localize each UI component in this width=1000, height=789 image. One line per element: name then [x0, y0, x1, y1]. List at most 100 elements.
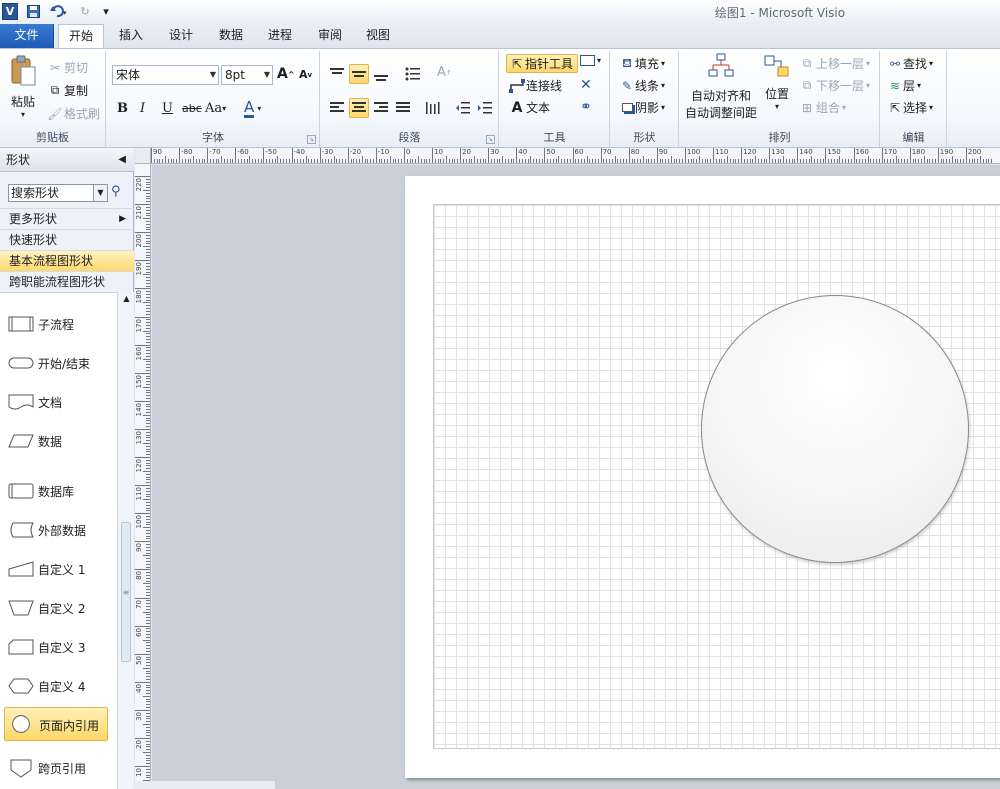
align-right-icon[interactable]	[373, 99, 391, 117]
ruler-tick	[254, 159, 256, 163]
underline-button[interactable]: U	[162, 101, 173, 116]
tab-insert[interactable]: 插入	[110, 24, 152, 48]
shape-subprocess[interactable]: 子流程	[0, 306, 117, 342]
font-color-button[interactable]: A ▾	[244, 99, 261, 118]
ruler-tick	[628, 148, 630, 163]
format-painter-button[interactable]: 🖌 格式刷	[46, 105, 100, 122]
ruler-tick	[146, 434, 150, 436]
distribute-icon[interactable]	[425, 99, 443, 117]
tab-data[interactable]: 数据	[210, 24, 252, 48]
fill-button[interactable]: ⛾ 填充 ▾	[619, 55, 665, 72]
copy-button[interactable]: ⧉ 复制	[46, 82, 88, 99]
rectangle-tool-button[interactable]: ▾	[580, 55, 601, 66]
tab-file[interactable]: 文件	[0, 24, 54, 48]
shape-custom-2[interactable]: 自定义 2	[0, 590, 117, 626]
ruler-tick	[772, 159, 773, 163]
strikethrough-button[interactable]: abc	[182, 102, 202, 115]
tab-design[interactable]: 设计	[160, 24, 202, 48]
connection-point-icon[interactable]: ⚭	[580, 99, 592, 115]
shape-data[interactable]: 数据	[0, 423, 117, 459]
pointer-icon: ⇱	[511, 56, 523, 71]
cross-functional-stencil[interactable]: 跨职能流程图形状	[0, 271, 134, 292]
decrease-indent-icon[interactable]	[455, 99, 473, 117]
shadow-button[interactable]: 阴影 ▾	[619, 99, 665, 116]
paragraph-dialog-launcher-icon[interactable]: ↘	[486, 135, 495, 144]
tab-view[interactable]: 视图	[358, 24, 398, 48]
ruler-tick	[146, 760, 150, 762]
increase-indent-icon[interactable]	[477, 99, 495, 117]
shape-custom-3[interactable]: 自定义 3	[0, 629, 117, 665]
auto-align-space-button[interactable]: 自动对齐和 自动调整间距	[684, 53, 758, 125]
tab-home[interactable]: 开始	[58, 24, 104, 49]
font-dialog-launcher-icon[interactable]: ↘	[307, 135, 316, 144]
shape-custom-1[interactable]: 自定义 1	[0, 551, 117, 587]
shape-start-end[interactable]: 开始/结束	[0, 345, 117, 381]
align-center-icon[interactable]	[349, 98, 369, 118]
drawing-page[interactable]	[405, 176, 1000, 778]
shape-document[interactable]: 文档	[0, 384, 117, 420]
line-button[interactable]: ✎ 线条 ▾	[619, 77, 665, 94]
send-backward-button[interactable]: ⧉ 下移一层 ▾	[798, 77, 870, 94]
align-middle-icon[interactable]	[349, 64, 369, 84]
text-tool-button[interactable]: A 文本	[508, 99, 550, 116]
find-button[interactable]: ⚯ 查找 ▾	[887, 55, 933, 72]
ruler-tick	[146, 361, 150, 363]
search-icon[interactable]: ⚲	[111, 184, 127, 200]
chevron-down-icon[interactable]: ▼	[264, 66, 270, 84]
chevron-down-icon[interactable]: ▼	[210, 66, 216, 84]
shape-custom-4[interactable]: 自定义 4	[0, 668, 117, 704]
font-size-combo[interactable]: 8pt ▼	[221, 65, 273, 85]
stencil-scrollbar[interactable]: ▲ ≡	[117, 292, 134, 789]
collapse-pane-icon[interactable]: ◀	[118, 148, 126, 172]
ruler-tick	[505, 159, 507, 163]
paste-dropdown-icon[interactable]: ▾	[21, 110, 25, 119]
more-shapes-button[interactable]: 更多形状 ▶	[0, 208, 134, 229]
ruler-tick	[146, 240, 150, 242]
bring-forward-button[interactable]: ⧉ 上移一层 ▾	[798, 55, 870, 72]
pointer-tool-button[interactable]: ⇱ 指针工具	[506, 54, 578, 73]
scroll-up-icon[interactable]: ▲	[118, 294, 135, 303]
align-top-icon[interactable]	[329, 65, 347, 83]
position-button[interactable]: 位置 ▾	[762, 55, 792, 121]
format-painter-label: 格式刷	[64, 107, 101, 121]
ruler-label: 160	[135, 346, 143, 360]
vertical-ruler[interactable]: 220 210 200 190 180 170 160 150 140 130 120 110 100 9…	[135, 164, 151, 789]
text-direction-icon[interactable]: A ↑	[437, 65, 452, 80]
chevron-down-icon[interactable]: ▼	[93, 185, 107, 201]
align-left-icon[interactable]	[329, 99, 347, 117]
grow-font-icon[interactable]: A ^	[277, 66, 295, 82]
bold-button[interactable]: B	[117, 101, 128, 116]
shape-on-page-reference[interactable]: 页面内引用	[4, 707, 108, 741]
tab-review[interactable]: 审阅	[310, 24, 350, 48]
justify-icon[interactable]	[395, 99, 413, 117]
tab-process[interactable]: 进程	[260, 24, 300, 48]
ruler-tick	[146, 659, 150, 661]
scrollbar-thumb[interactable]: ≡	[121, 522, 131, 662]
shape-external-data[interactable]: 外部数据	[0, 512, 117, 548]
page-tabs-strip[interactable]	[135, 781, 275, 789]
ruler-tick	[143, 442, 150, 444]
cut-button[interactable]: ✂ 剪切	[46, 59, 88, 76]
ruler-tick	[488, 148, 490, 163]
search-shapes-input[interactable]: 搜索形状 ▼	[8, 184, 108, 202]
change-case-button[interactable]: Aa ▾	[205, 101, 226, 116]
bullets-icon[interactable]	[405, 65, 423, 83]
shape-off-page-reference[interactable]: 跨页引用	[0, 750, 117, 786]
basic-flowchart-stencil[interactable]: 基本流程图形状	[0, 250, 134, 271]
connector-button[interactable]: 连接线	[508, 77, 562, 94]
circle-shape[interactable]	[701, 295, 969, 563]
paste-button[interactable]: 粘贴 ▾	[6, 55, 40, 125]
drawing-canvas[interactable]	[152, 165, 1000, 789]
quick-shapes-item[interactable]: 快速形状	[0, 229, 134, 250]
select-button[interactable]: ⇱ 选择 ▾	[887, 99, 933, 116]
align-bottom-icon[interactable]	[373, 65, 391, 83]
group-button[interactable]: ⊞ 组合 ▾	[798, 99, 846, 116]
close-icon[interactable]: ✕	[580, 77, 592, 93]
horizontal-ruler[interactable]: 90 -80 -70 -60 -50 -40 -30 -20 -10 0 10 20 30 40 50 60 7…	[151, 148, 1000, 164]
layers-button[interactable]: ≋ 层 ▾	[887, 77, 921, 94]
font-name-combo[interactable]: 宋体 ▼	[112, 65, 219, 85]
italic-button[interactable]: I	[140, 101, 145, 116]
shape-database[interactable]: 数据库	[0, 473, 117, 509]
shrink-font-icon[interactable]: Av	[299, 68, 312, 81]
ruler-label: 20	[135, 740, 143, 749]
